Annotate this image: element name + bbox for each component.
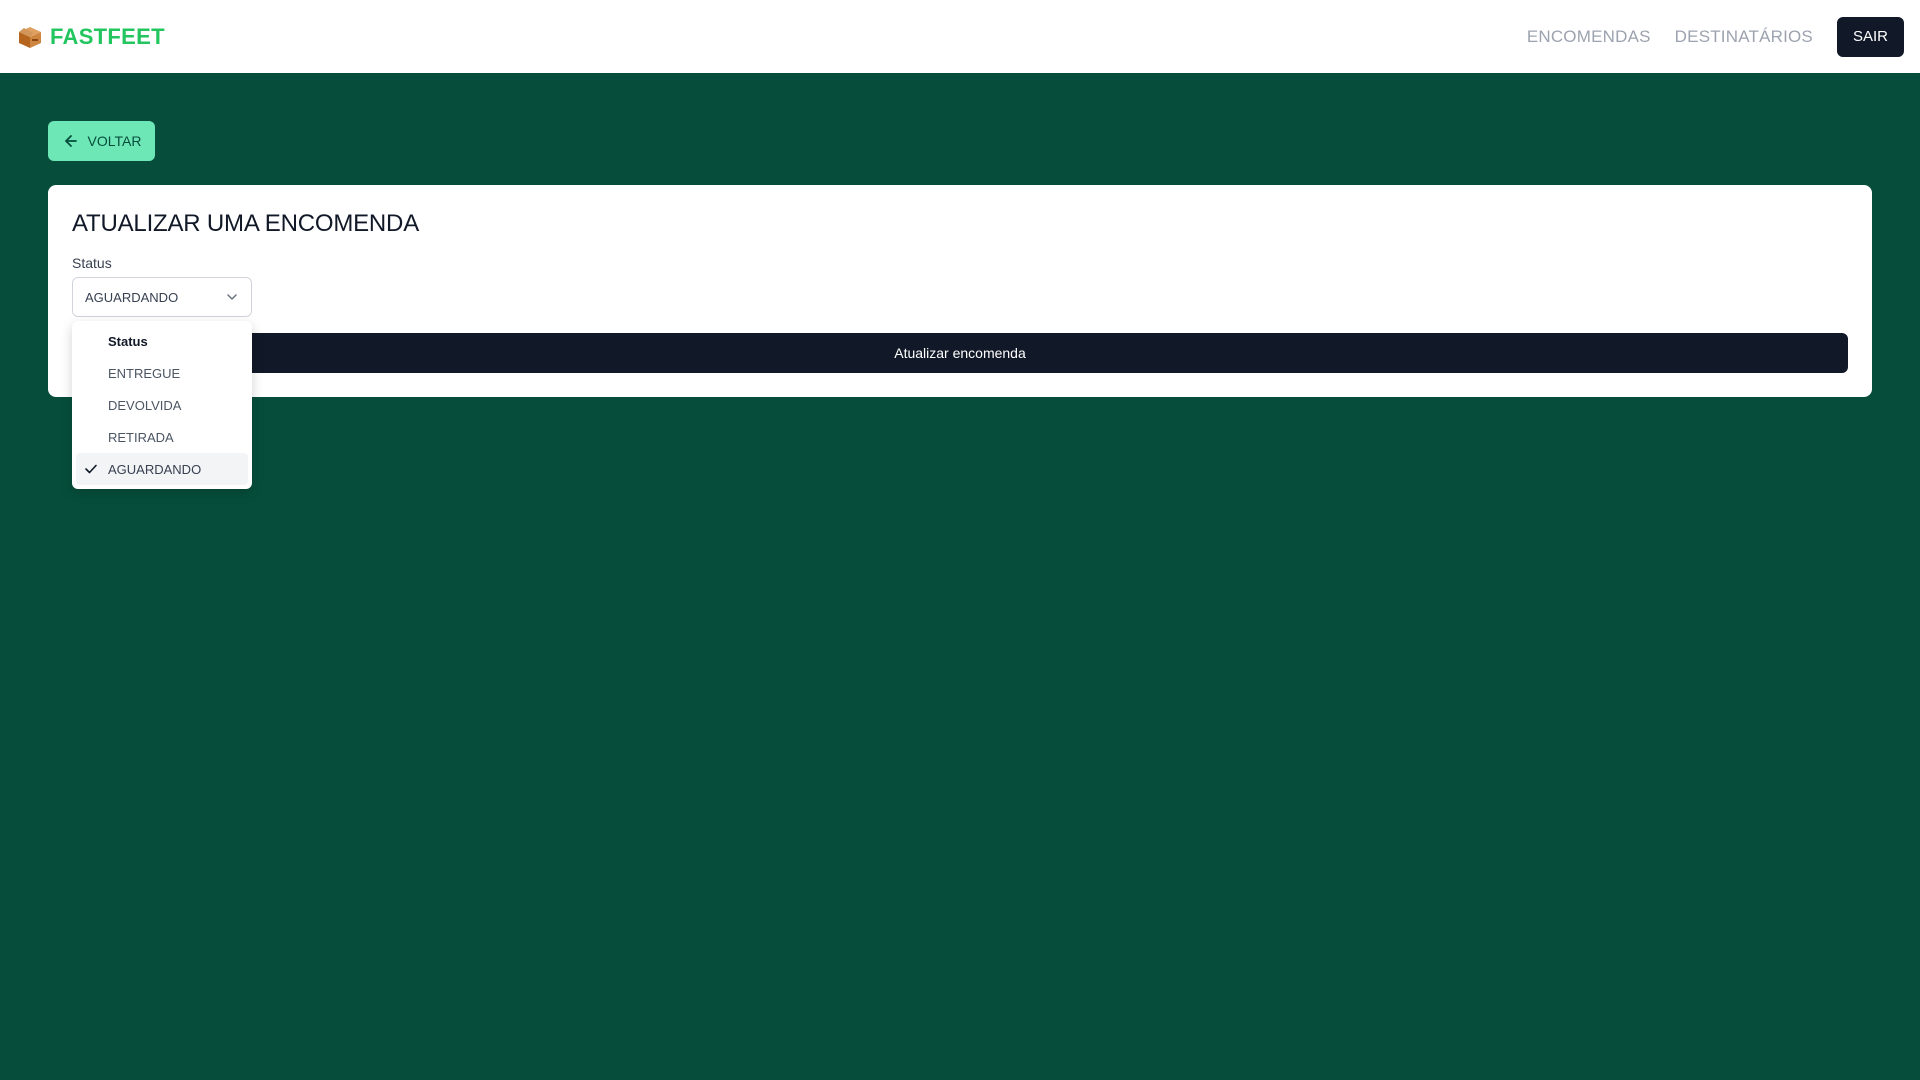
nav-link-destinatarios[interactable]: DESTINATÁRIOS: [1675, 27, 1813, 47]
update-order-button[interactable]: Atualizar encomenda: [72, 333, 1848, 373]
update-order-card: ATUALIZAR UMA ENCOMENDA Status AGUARDAND…: [48, 185, 1872, 397]
status-label: Status: [72, 255, 112, 271]
option-label: ENTREGUE: [108, 365, 181, 381]
option-label: AGUARDANDO: [108, 461, 202, 477]
back-button[interactable]: VOLTAR: [48, 121, 155, 161]
app-header: FASTFEET ENCOMENDAS DESTINATÁRIOS SAIR: [0, 0, 1920, 73]
option-label: DEVOLVIDA: [108, 397, 182, 413]
chevron-down-icon: [227, 294, 237, 300]
dropdown-option-entregue[interactable]: ENTREGUE: [76, 357, 248, 389]
dropdown-option-aguardando[interactable]: AGUARDANDO: [76, 453, 248, 485]
dropdown-group-label: Status: [108, 333, 148, 349]
check-icon: [85, 464, 97, 474]
arrow-left-icon: [64, 135, 77, 147]
main-nav: ENCOMENDAS DESTINATÁRIOS SAIR: [1527, 16, 1904, 57]
page-title: ATUALIZAR UMA ENCOMENDA: [72, 210, 419, 237]
box-icon: [19, 26, 41, 48]
option-label: RETIRADA: [108, 429, 174, 445]
dropdown-option-devolvida[interactable]: DEVOLVIDA: [76, 389, 248, 421]
logo[interactable]: FASTFEET: [16, 23, 165, 51]
back-button-label: VOLTAR: [87, 133, 142, 149]
nav-link-encomendas[interactable]: ENCOMENDAS: [1527, 27, 1651, 47]
status-dropdown: Status ENTREGUE DEVOLVIDA RETIRADA AGUAR…: [72, 321, 252, 489]
logout-button[interactable]: SAIR: [1836, 16, 1904, 57]
status-select[interactable]: AGUARDANDO: [72, 277, 252, 317]
dropdown-option-retirada[interactable]: RETIRADA: [76, 421, 248, 453]
status-select-value: AGUARDANDO: [85, 289, 179, 305]
logo-text: FASTFEET: [50, 23, 165, 49]
